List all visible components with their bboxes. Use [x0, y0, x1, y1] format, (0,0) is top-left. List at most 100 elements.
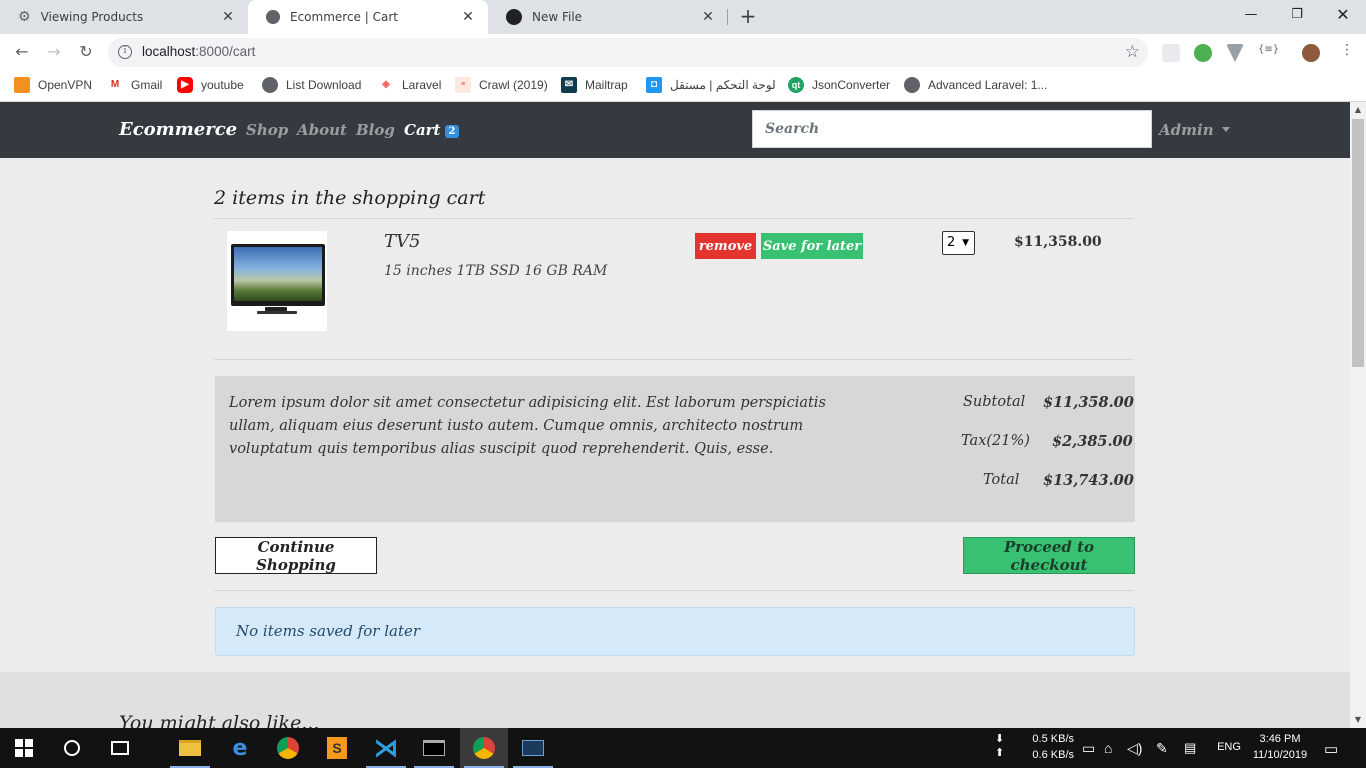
language-indicator[interactable]: ENG: [1214, 741, 1244, 753]
scroll-thumb[interactable]: [1352, 119, 1364, 367]
nav-link-cart[interactable]: Cart 2: [404, 121, 460, 139]
clock-time[interactable]: 3:46 PM: [1250, 733, 1310, 745]
bookmark-star-icon[interactable]: ☆: [1125, 42, 1140, 62]
clock-date[interactable]: 11/10/2019: [1250, 749, 1310, 761]
bookmark-jsonconverter[interactable]: qt JsonConverter: [788, 77, 890, 93]
reload-button[interactable]: ↻: [74, 40, 98, 64]
edge-icon: e: [232, 735, 248, 761]
address-bar[interactable]: i localhost:8000/cart ☆: [108, 38, 1148, 67]
summary-description: Lorem ipsum dolor sit amet consectetur a…: [229, 395, 826, 457]
mysql-workbench-icon: [522, 740, 544, 756]
taskbar-chrome-active[interactable]: [460, 728, 508, 768]
forward-button[interactable]: →: [42, 40, 66, 64]
scroll-up-arrow-icon[interactable]: ▲: [1350, 102, 1366, 118]
cortana-button[interactable]: [48, 728, 96, 768]
network-arrows-icon[interactable]: ⬇ ⬆: [995, 732, 1004, 760]
save-for-later-button[interactable]: Save for later: [761, 233, 863, 259]
vscode-icon: ⋊: [374, 734, 398, 762]
bookmark-list-download[interactable]: List Download: [262, 77, 361, 93]
battery-icon[interactable]: ▭: [1082, 740, 1095, 757]
continue-shopping-button[interactable]: Continue Shopping: [215, 537, 377, 574]
notifications-icon[interactable]: ▭: [1324, 740, 1338, 758]
brand-link[interactable]: Ecommerce: [119, 119, 237, 140]
extension-globe-icon[interactable]: [1194, 44, 1212, 62]
globe-icon: [904, 77, 920, 93]
browser-tab-strip: ⚙ Viewing Products ✕ Ecommerce | Cart ✕ …: [0, 0, 1366, 34]
windows-taskbar: e S ⋊ ⬇ ⬆ 0.5 KB/s 0.6 KB/s ▭ ⌂ ◁) ✎ ▤ EN…: [0, 728, 1366, 768]
bookmark-advanced-laravel[interactable]: Advanced Laravel: 1...: [904, 77, 1047, 93]
laravel-icon: ◈: [378, 77, 394, 93]
close-icon[interactable]: ✕: [220, 9, 236, 25]
back-button[interactable]: ←: [10, 40, 34, 64]
tv-screen: [234, 247, 322, 301]
tab-ecommerce-cart[interactable]: Ecommerce | Cart ✕: [248, 0, 488, 34]
remove-button[interactable]: remove: [695, 233, 756, 259]
divider: [214, 359, 1134, 360]
admin-dropdown[interactable]: Admin: [1159, 121, 1230, 139]
taskbar-sublime[interactable]: S: [313, 728, 361, 768]
bookmark-mailtrap[interactable]: ✉ Mailtrap: [561, 77, 628, 93]
scroll-down-arrow-icon[interactable]: ▼: [1350, 712, 1366, 728]
chevron-down-icon: ▼: [962, 238, 969, 248]
windows-logo-icon: [15, 739, 33, 757]
new-tab-button[interactable]: +: [737, 5, 759, 27]
tab-viewing-products[interactable]: ⚙ Viewing Products ✕: [0, 0, 248, 34]
chevron-down-icon: [1221, 127, 1230, 132]
quantity-select[interactable]: 2 ▼: [942, 231, 975, 255]
minimize-button[interactable]: —: [1228, 0, 1274, 30]
subtotal-label: Subtotal: [963, 394, 1026, 410]
bookmark-mostaql[interactable]: ◘ لوحة التحكم | مستقل: [646, 77, 776, 93]
bookmark-laravel[interactable]: ◈ Laravel: [378, 77, 441, 93]
tab-new-file[interactable]: New File ✕: [488, 0, 728, 34]
taskbar-chrome[interactable]: [264, 728, 312, 768]
close-icon[interactable]: ✕: [460, 9, 476, 25]
task-view-button[interactable]: [96, 728, 144, 768]
browser-toolbar: ← → ↻ i localhost:8000/cart ☆ {≡} ⋮: [0, 34, 1366, 70]
cart-heading: 2 items in the shopping cart: [214, 187, 486, 209]
product-thumbnail[interactable]: [227, 231, 327, 331]
close-window-button[interactable]: ✕: [1320, 0, 1366, 30]
taskbar-edge[interactable]: e: [216, 728, 264, 768]
info-icon[interactable]: i: [118, 45, 132, 59]
extension-json-icon[interactable]: {≡}: [1258, 44, 1279, 55]
avatar[interactable]: [1302, 44, 1320, 62]
proceed-to-checkout-button[interactable]: Proceed to checkout: [963, 537, 1135, 574]
bookmark-openvpn[interactable]: OpenVPN: [14, 77, 92, 93]
nav-link-about[interactable]: About: [297, 121, 347, 139]
close-icon[interactable]: ✕: [700, 9, 716, 25]
pen-icon[interactable]: ✎: [1156, 740, 1168, 757]
restore-button[interactable]: ❐: [1274, 0, 1320, 30]
bookmarks-bar: OpenVPN M Gmail ▶ youtube List Download ◈ L…: [0, 70, 1366, 102]
product-name[interactable]: TV5: [384, 231, 420, 252]
taskbar-terminal[interactable]: [410, 728, 458, 768]
search-input[interactable]: [752, 110, 1152, 148]
nav-link-shop[interactable]: Shop: [246, 121, 288, 139]
terminal-icon: [423, 740, 445, 756]
extension-icon[interactable]: [1162, 44, 1180, 62]
start-button[interactable]: [0, 728, 48, 768]
volume-icon[interactable]: ◁): [1127, 740, 1142, 757]
taskbar-file-explorer[interactable]: [166, 728, 214, 768]
bookmark-youtube[interactable]: ▶ youtube: [177, 77, 244, 93]
tax-value: $2,385.00: [1052, 433, 1133, 450]
total-value: $13,743.00: [1043, 472, 1134, 489]
network-icon[interactable]: ⌂: [1104, 740, 1112, 756]
globe-icon: [262, 77, 278, 93]
url-text[interactable]: localhost:8000/cart: [142, 44, 255, 59]
github-icon: [506, 9, 522, 25]
menu-dots-icon[interactable]: ⋮: [1340, 42, 1354, 58]
chrome-icon: [473, 737, 495, 759]
taskbar-vscode[interactable]: ⋊: [362, 728, 410, 768]
bookmark-gmail[interactable]: M Gmail: [107, 77, 162, 93]
keyboard-icon[interactable]: ▤: [1184, 740, 1196, 756]
item-price: $11,358.00: [1014, 234, 1102, 250]
page-scrollbar[interactable]: ▲ ▼: [1350, 102, 1366, 728]
nav-link-blog[interactable]: Blog: [356, 121, 395, 139]
taskbar-mysql[interactable]: [509, 728, 557, 768]
cortana-circle-icon: [64, 740, 80, 756]
cart-count-badge: 2: [444, 125, 460, 138]
bookmark-crawl[interactable]: ≡ Crawl (2019): [455, 77, 548, 93]
mostaql-icon: ◘: [646, 77, 662, 93]
product-details: 15 inches 1TB SSD 16 GB RAM: [384, 263, 608, 279]
extension-vue-icon[interactable]: [1226, 44, 1244, 62]
